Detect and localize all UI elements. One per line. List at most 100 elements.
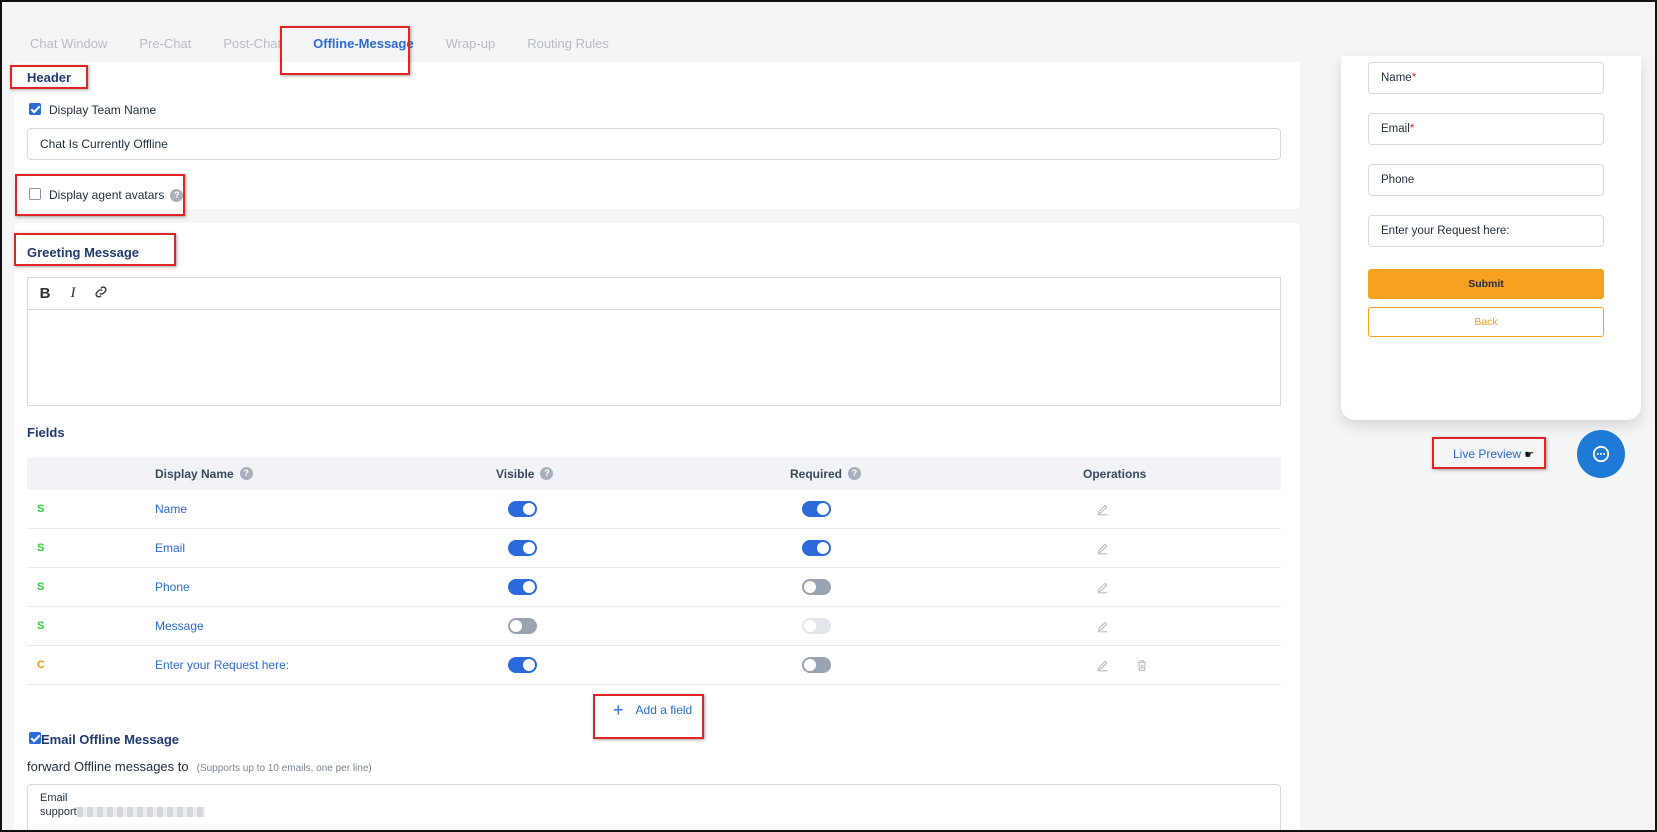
plus-icon: + xyxy=(613,700,624,720)
forward-emails-textarea[interactable]: Email support xyxy=(27,784,1281,832)
tab-chat-window[interactable]: Chat Window xyxy=(30,34,115,62)
chat-icon xyxy=(1592,445,1610,463)
required-toggle xyxy=(802,618,831,634)
preview-email-field[interactable]: Email* xyxy=(1368,113,1604,145)
header-section-title: Header xyxy=(27,70,72,85)
visible-toggle-cell xyxy=(508,529,537,567)
trash-icon[interactable] xyxy=(1135,658,1149,672)
preview-back-button[interactable]: Back xyxy=(1368,307,1604,337)
fields-table: Display Name? Visible? Required? Operati… xyxy=(27,457,1281,685)
edit-icon[interactable] xyxy=(1095,580,1109,594)
operations-cell xyxy=(1095,568,1109,606)
edit-icon[interactable] xyxy=(1095,502,1109,516)
preview-card: Name* Email* Phone Enter your Request he… xyxy=(1341,56,1641,420)
field-display-name[interactable]: Phone xyxy=(155,568,190,606)
edit-icon[interactable] xyxy=(1095,619,1109,633)
tab-routing-rules[interactable]: Routing Rules xyxy=(519,34,617,62)
col-required-label: Required xyxy=(790,466,843,481)
col-operations: Operations xyxy=(1083,466,1147,481)
preview-name-field[interactable]: Name* xyxy=(1368,62,1604,94)
table-row: S Email xyxy=(27,529,1281,568)
fields-table-body: S Name S Email S Phone S Message C Enter your Req… xyxy=(27,490,1281,685)
help-icon[interactable]: ? xyxy=(170,189,184,203)
display-agent-avatars-text: Display agent avatars xyxy=(49,188,165,202)
operations-cell xyxy=(1095,529,1109,567)
required-toggle-cell xyxy=(802,646,831,684)
required-star: * xyxy=(1409,123,1415,135)
visible-toggle[interactable] xyxy=(508,657,537,673)
fields-table-header: Display Name? Visible? Required? Operati… xyxy=(27,457,1281,490)
field-type-badge: S xyxy=(37,581,45,593)
preview-request-field[interactable]: Enter your Request here: xyxy=(1368,215,1604,247)
live-preview-link[interactable]: Live Preview ☛ xyxy=(1453,447,1534,461)
operations-cell xyxy=(1095,490,1109,528)
visible-toggle-cell xyxy=(508,490,537,528)
field-display-name[interactable]: Message xyxy=(155,607,204,645)
forward-offline-label: forward Offline messages to (Supports up … xyxy=(27,759,372,774)
col-visible-label: Visible xyxy=(496,466,535,481)
field-type-badge: S xyxy=(37,542,45,554)
col-visible: Visible? xyxy=(496,457,554,490)
greeting-editor: B I xyxy=(27,277,1281,406)
italic-button[interactable]: I xyxy=(66,285,80,302)
tab-pre-chat[interactable]: Pre-Chat xyxy=(131,34,199,62)
table-row: C Enter your Request here: xyxy=(27,646,1281,685)
preview-phone-field[interactable]: Phone xyxy=(1368,164,1604,196)
table-row: S Message xyxy=(27,607,1281,646)
required-toggle-cell xyxy=(802,529,831,567)
required-toggle[interactable] xyxy=(802,579,831,595)
add-field-button[interactable]: + Add a field xyxy=(613,700,692,720)
preview-request-label: Enter your Request here: xyxy=(1381,225,1510,237)
tab-wrap-up[interactable]: Wrap-up xyxy=(438,34,504,62)
preview-name-label: Name xyxy=(1381,72,1412,84)
help-icon[interactable]: ? xyxy=(848,467,862,480)
email-offline-checkbox[interactable] xyxy=(29,732,41,744)
tab-post-chat[interactable]: Post-Chat xyxy=(215,34,289,62)
operations-cell xyxy=(1095,607,1109,645)
greeting-section-title: Greeting Message xyxy=(27,245,139,260)
visible-toggle[interactable] xyxy=(508,540,537,556)
redacted-email xyxy=(76,807,205,818)
fields-section-title: Fields xyxy=(27,425,65,440)
display-team-name-checkbox[interactable] xyxy=(29,103,41,115)
edit-icon[interactable] xyxy=(1095,541,1109,555)
visible-toggle[interactable] xyxy=(508,579,537,595)
tab-bar: Chat Window Pre-Chat Post-Chat Offline-M… xyxy=(30,34,633,68)
display-agent-avatars-checkbox[interactable] xyxy=(29,188,41,200)
required-toggle[interactable] xyxy=(802,501,831,517)
visible-toggle[interactable] xyxy=(508,501,537,517)
visible-toggle-cell xyxy=(508,646,537,684)
help-icon[interactable]: ? xyxy=(239,467,253,480)
required-toggle[interactable] xyxy=(802,540,831,556)
forward-offline-text: forward Offline messages to xyxy=(27,759,189,774)
field-display-name[interactable]: Email xyxy=(155,529,185,567)
col-display-name-label: Display Name xyxy=(155,466,234,481)
field-type-badge: S xyxy=(37,503,45,515)
col-display-name: Display Name? xyxy=(155,457,253,490)
preview-email-label: Email xyxy=(1381,123,1410,135)
bold-button[interactable]: B xyxy=(38,285,52,302)
edit-icon[interactable] xyxy=(1095,658,1109,672)
table-row: S Phone xyxy=(27,568,1281,607)
field-display-name[interactable]: Name xyxy=(155,490,187,528)
email-box-label: Email xyxy=(40,792,68,804)
greeting-editor-body[interactable] xyxy=(28,310,1280,405)
forward-offline-hint: (Supports up to 10 emails, one per line) xyxy=(196,763,372,774)
table-row: S Name xyxy=(27,490,1281,529)
chat-launcher-button[interactable] xyxy=(1577,430,1625,478)
tab-offline-message[interactable]: Offline-Message xyxy=(305,34,423,68)
display-agent-avatars-label: Display agent avatars? xyxy=(49,188,184,203)
operations-cell xyxy=(1095,646,1149,684)
required-star: * xyxy=(1411,72,1417,84)
required-toggle-cell xyxy=(802,490,831,528)
required-toggle[interactable] xyxy=(802,657,831,673)
help-icon[interactable]: ? xyxy=(540,467,554,480)
link-icon[interactable] xyxy=(94,285,108,303)
live-preview-label: Live Preview xyxy=(1453,447,1522,461)
email-value-visible: support xyxy=(40,806,77,818)
field-display-name[interactable]: Enter your Request here: xyxy=(155,646,289,684)
visible-toggle[interactable] xyxy=(508,618,537,634)
display-team-name-label: Display Team Name xyxy=(49,103,157,117)
team-name-input[interactable]: Chat Is Currently Offline xyxy=(27,128,1281,160)
preview-submit-button[interactable]: Submit xyxy=(1368,269,1604,299)
